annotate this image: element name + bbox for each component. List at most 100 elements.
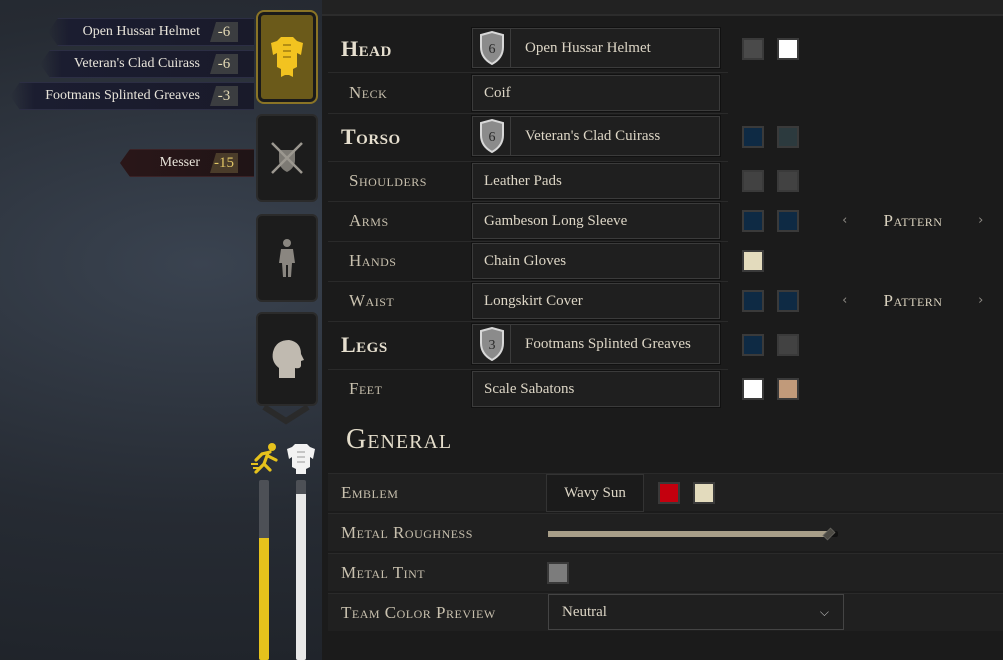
- color-swatch-emblem-secondary[interactable]: [693, 482, 715, 504]
- slot-label-shoulders: Shoulders: [349, 171, 427, 190]
- color-swatch-metal-tint[interactable]: [547, 562, 569, 584]
- summary-item-cost: -6: [210, 54, 238, 74]
- summary-item-weapon: Messer -15: [120, 149, 254, 177]
- color-swatch-shoulders-primary[interactable]: [742, 170, 764, 192]
- item-select-arms[interactable]: Gambeson Long Sleeve: [471, 202, 721, 240]
- armor-bar: [296, 480, 306, 660]
- color-swatch-arms-primary[interactable]: [742, 210, 764, 232]
- chevron-right-icon[interactable]: ›: [974, 212, 988, 230]
- item-select-shoulders[interactable]: Leather Pads: [471, 162, 721, 200]
- customization-panel: Head 6 Open Hussar Helmet Neck Coif Tors…: [322, 0, 1003, 660]
- item-name: Veteran's Clad Cuirass: [525, 127, 661, 144]
- item-select-legs[interactable]: 3 Footmans Splinted Greaves: [471, 323, 721, 365]
- panel-header-strip: [322, 0, 1003, 16]
- tab-weapons[interactable]: [256, 114, 318, 202]
- setting-row-metal-roughness: Metal Roughness: [328, 513, 1003, 551]
- item-name: Open Hussar Helmet: [525, 39, 651, 56]
- chevron-left-icon[interactable]: ‹: [838, 292, 852, 310]
- slider-handle[interactable]: [822, 527, 836, 541]
- summary-item-name: Messer: [159, 155, 200, 170]
- slot-label-neck: Neck: [349, 83, 388, 102]
- section-title-general: General: [346, 424, 453, 455]
- team-color-select[interactable]: Neutral ⌵: [548, 594, 844, 630]
- summary-item-cost: -15: [210, 153, 238, 173]
- color-swatch-head-secondary[interactable]: [777, 38, 799, 60]
- summary-item-cost: -6: [210, 22, 238, 42]
- color-swatch-torso-secondary[interactable]: [777, 126, 799, 148]
- summary-item-cuirass: Veteran's Clad Cuirass -6: [40, 50, 254, 78]
- speed-bar: [259, 480, 269, 660]
- tab-armor[interactable]: [256, 10, 318, 104]
- color-swatch-arms-secondary[interactable]: [777, 210, 799, 232]
- item-select-hands[interactable]: Chain Gloves: [471, 242, 721, 280]
- setting-label-metal-roughness: Metal Roughness: [341, 522, 473, 542]
- item-select-neck[interactable]: Coif: [471, 74, 721, 112]
- emblem-select[interactable]: Wavy Sun: [546, 474, 644, 512]
- tier-shield-icon: 6: [473, 116, 511, 156]
- tier-shield-icon: 3: [473, 324, 511, 364]
- crossed-swords-shield-icon: [269, 140, 305, 176]
- slot-label-feet: Feet: [349, 379, 383, 398]
- chevron-down-icon: [262, 404, 310, 430]
- summary-item-name: Open Hussar Helmet: [82, 24, 200, 39]
- category-tabs: [252, 0, 322, 425]
- item-name: Longskirt Cover: [484, 292, 583, 309]
- color-swatch-torso-primary[interactable]: [742, 126, 764, 148]
- slot-label-waist: Waist: [349, 291, 395, 310]
- loadout-summary: Open Hussar Helmet -6 Veteran's Clad Cui…: [0, 0, 255, 660]
- tab-head[interactable]: [256, 312, 318, 406]
- item-select-torso[interactable]: 6 Veteran's Clad Cuirass: [471, 115, 721, 157]
- color-swatch-shoulders-secondary[interactable]: [777, 170, 799, 192]
- summary-item-greaves: Footmans Splinted Greaves -3: [10, 82, 254, 110]
- tab-body[interactable]: [256, 214, 318, 302]
- color-swatch-legs-secondary[interactable]: [777, 334, 799, 356]
- slot-label-arms: Arms: [349, 211, 389, 230]
- setting-label-emblem: Emblem: [341, 482, 399, 502]
- tier-shield-icon: 6: [473, 28, 511, 68]
- color-swatch-head-primary[interactable]: [742, 38, 764, 60]
- team-color-value: Neutral: [562, 603, 607, 620]
- chevron-down-icon: ⌵: [819, 605, 829, 619]
- color-swatch-waist-secondary[interactable]: [777, 290, 799, 312]
- armor-white-icon: [286, 442, 316, 479]
- tier-number: 3: [488, 338, 495, 353]
- row-divider: [328, 72, 728, 73]
- pattern-selector-arms: ‹ Pattern ›: [838, 209, 988, 233]
- summary-item-cost: -3: [210, 86, 238, 106]
- setting-row-emblem: Emblem Wavy Sun: [328, 473, 1003, 512]
- tier-number: 6: [488, 42, 495, 57]
- slot-label-head: Head: [341, 36, 392, 61]
- summary-item-name: Footmans Splinted Greaves: [45, 88, 200, 103]
- pattern-selector-waist: ‹ Pattern ›: [838, 289, 988, 313]
- slider-fill: [548, 531, 830, 537]
- armor-bar-fill: [296, 494, 306, 660]
- setting-label-metal-tint: Metal Tint: [341, 562, 426, 582]
- summary-item-helmet: Open Hussar Helmet -6: [48, 18, 254, 46]
- item-select-head[interactable]: 6 Open Hussar Helmet: [471, 27, 721, 69]
- armor-icon: [269, 33, 305, 81]
- item-select-waist[interactable]: Longskirt Cover: [471, 282, 721, 320]
- color-swatch-feet-primary[interactable]: [742, 378, 764, 400]
- chevron-left-icon[interactable]: ‹: [838, 212, 852, 230]
- color-swatch-waist-primary[interactable]: [742, 290, 764, 312]
- setting-label-team-color-preview: Team Color Preview: [341, 602, 496, 622]
- metal-roughness-slider[interactable]: [548, 527, 838, 541]
- color-swatch-legs-primary[interactable]: [742, 334, 764, 356]
- chevron-right-icon[interactable]: ›: [974, 292, 988, 310]
- tier-number: 6: [488, 130, 495, 145]
- running-man-icon: [250, 442, 280, 479]
- pattern-label: Pattern: [883, 291, 943, 310]
- item-name: Chain Gloves: [484, 252, 567, 269]
- color-swatch-feet-secondary[interactable]: [777, 378, 799, 400]
- color-swatch-hands-primary[interactable]: [742, 250, 764, 272]
- item-name: Gambeson Long Sleeve: [484, 212, 628, 229]
- item-select-feet[interactable]: Scale Sabatons: [471, 370, 721, 408]
- summary-item-name: Veteran's Clad Cuirass: [73, 56, 200, 71]
- item-name: Scale Sabatons: [484, 380, 575, 397]
- slot-label-torso: Torso: [341, 124, 401, 149]
- head-profile-icon: [269, 338, 305, 380]
- setting-row-metal-tint: Metal Tint: [328, 553, 1003, 591]
- color-swatch-emblem-primary[interactable]: [658, 482, 680, 504]
- item-name: Leather Pads: [484, 172, 562, 189]
- emblem-value: Wavy Sun: [564, 484, 626, 501]
